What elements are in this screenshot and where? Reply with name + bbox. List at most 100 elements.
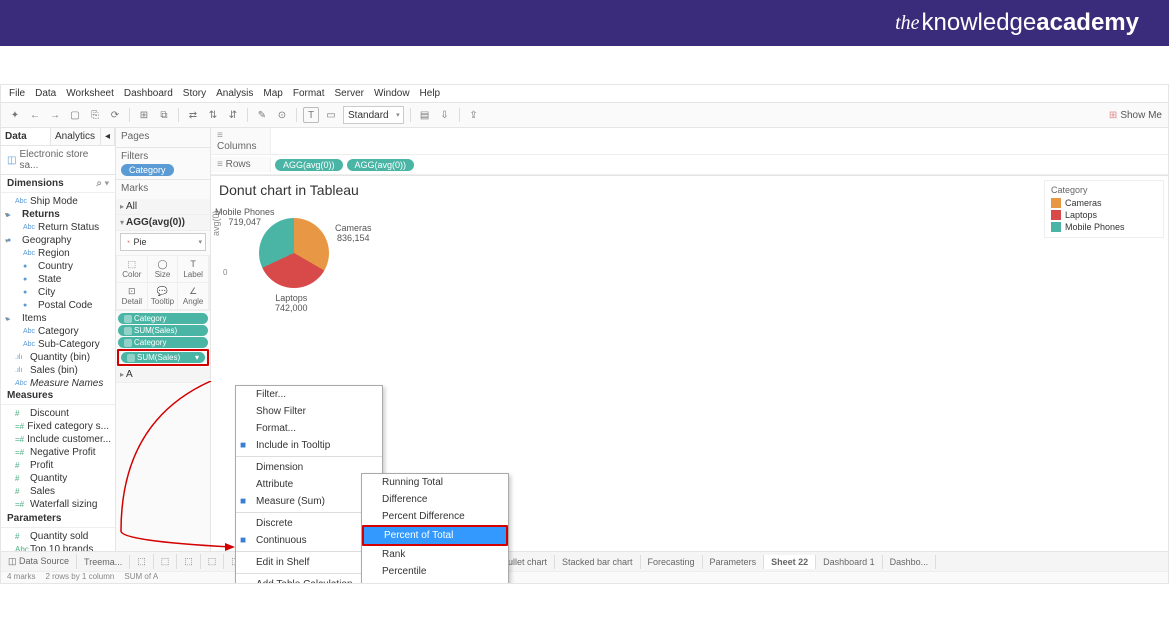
quick-table-calc-submenu[interactable]: Running TotalDifferencePercent Differenc…	[361, 473, 509, 584]
mark-color[interactable]: ⬚Color	[117, 256, 148, 283]
subctx-percentile[interactable]: Percentile	[362, 563, 508, 580]
menu-data[interactable]: Data	[35, 88, 56, 99]
dim-state[interactable]: ●State	[1, 273, 115, 286]
label-icon[interactable]: T	[303, 107, 319, 123]
tab-data[interactable]: Data	[1, 128, 51, 145]
sort-desc-icon[interactable]: ⇵	[225, 107, 241, 123]
legend-cameras[interactable]: Cameras	[1051, 197, 1157, 209]
ctx-show-filter[interactable]: Show Filter	[236, 403, 382, 420]
dim-returns[interactable]: ▾▸Returns	[1, 208, 115, 221]
sheet-tab-2[interactable]: ⬚	[154, 554, 178, 569]
measure-waterfall-sizing[interactable]: =#Waterfall sizing	[1, 498, 115, 510]
mark-size[interactable]: ◯Size	[148, 256, 179, 283]
measure-negative-profit[interactable]: =#Negative Profit	[1, 446, 115, 459]
fit-dropdown[interactable]: Standard	[343, 106, 404, 124]
subctx-running-total[interactable]: Running Total	[362, 474, 508, 491]
pane-toggle-icon[interactable]: ◂	[101, 128, 115, 145]
menu-story[interactable]: Story	[183, 88, 206, 99]
mark-pill-3[interactable]: SUM(Sales)▾	[121, 352, 205, 363]
refresh-icon[interactable]: ⟳	[107, 107, 123, 123]
measure-quantity[interactable]: #Quantity	[1, 472, 115, 485]
measure-sales[interactable]: #Sales	[1, 485, 115, 498]
subctx-rank[interactable]: Rank	[362, 546, 508, 563]
tab-analytics[interactable]: Analytics	[51, 128, 101, 145]
legend-laptops[interactable]: Laptops	[1051, 209, 1157, 221]
pages-shelf[interactable]: Pages	[116, 128, 210, 148]
new-data-icon[interactable]: ⎘	[87, 107, 103, 123]
filter-pill-category[interactable]: Category	[121, 164, 174, 176]
dim-items[interactable]: ▾▸Items	[1, 312, 115, 325]
sheet-tab-13[interactable]: Parameters	[703, 555, 765, 569]
marks-agg-row[interactable]: ▾AGG(avg(0))	[116, 215, 210, 231]
dim-country[interactable]: ●Country	[1, 260, 115, 273]
menu-file[interactable]: File	[9, 88, 25, 99]
marks-all-row[interactable]: ▸All	[116, 199, 210, 215]
ctx-format-[interactable]: Format...	[236, 420, 382, 437]
dim-region[interactable]: AbcRegion	[1, 247, 115, 260]
measure-fixed-category-s-[interactable]: =#Fixed category s...	[1, 420, 115, 433]
dim-geography[interactable]: ▾●Geography	[1, 234, 115, 247]
sheet-tab-3[interactable]: ⬚	[177, 554, 201, 569]
subctx-difference[interactable]: Difference	[362, 491, 508, 508]
subctx-percent-of-total[interactable]: Percent of Total	[364, 527, 506, 544]
mark-tooltip[interactable]: 💬Tooltip	[148, 283, 179, 310]
duplicate-icon[interactable]: ⧉	[156, 107, 172, 123]
menu-help[interactable]: Help	[420, 88, 441, 99]
dim-category[interactable]: AbcCategory	[1, 325, 115, 338]
param-quantity-sold[interactable]: #Quantity sold	[1, 530, 115, 543]
ctx-filter-[interactable]: Filter...	[236, 386, 382, 403]
dim-postal-code[interactable]: ●Postal Code	[1, 299, 115, 312]
subctx-moving-average[interactable]: Moving Average	[362, 580, 508, 584]
columns-shelf[interactable]: ≡ Columns	[211, 128, 1168, 155]
measure-discount[interactable]: #Discount	[1, 407, 115, 420]
back-icon[interactable]: ←	[27, 107, 43, 123]
highlight-icon[interactable]: ✎	[254, 107, 270, 123]
mark-pill-2[interactable]: Category	[118, 337, 208, 348]
marks-agg2-row[interactable]: ▸A	[116, 367, 210, 383]
row-pill-1[interactable]: AGG(avg(0))	[347, 159, 415, 171]
new-sheet-icon[interactable]: ⊞	[136, 107, 152, 123]
menu-analysis[interactable]: Analysis	[216, 88, 253, 99]
menu-map[interactable]: Map	[263, 88, 282, 99]
mark-label[interactable]: TLabel	[178, 256, 209, 283]
save-icon[interactable]: ▢	[67, 107, 83, 123]
mark-pill-1[interactable]: SUM(Sales)	[118, 325, 208, 336]
rows-shelf[interactable]: ≡ Rows AGG(avg(0))AGG(avg(0))	[211, 155, 1168, 175]
cards-icon[interactable]: ▤	[417, 107, 433, 123]
ctx-include-in-tooltip[interactable]: ■Include in Tooltip	[236, 437, 382, 454]
sheet-tab-11[interactable]: Stacked bar chart	[555, 555, 641, 569]
menu-dashboard[interactable]: Dashboard	[124, 88, 173, 99]
swap-icon[interactable]: ⇄	[185, 107, 201, 123]
measure-profit[interactable]: #Profit	[1, 459, 115, 472]
dim-ship-mode[interactable]: AbcShip Mode	[1, 195, 115, 208]
menu-server[interactable]: Server	[335, 88, 364, 99]
presentation-icon[interactable]: ▭	[323, 107, 339, 123]
menu-window[interactable]: Window	[374, 88, 410, 99]
measure-include-customer-[interactable]: =#Include customer...	[1, 433, 115, 446]
dim-sales-bin-[interactable]: .ılıSales (bin)	[1, 364, 115, 377]
show-me-button[interactable]: ⊞ Show Me	[1109, 110, 1162, 121]
sheet-tab-14[interactable]: Sheet 22	[764, 555, 816, 569]
mark-type-dropdown[interactable]: ◔Pie	[120, 233, 206, 251]
subctx-percent-difference[interactable]: Percent Difference	[362, 508, 508, 525]
dim-sub-category[interactable]: AbcSub-Category	[1, 338, 115, 351]
menu-worksheet[interactable]: Worksheet	[66, 88, 114, 99]
dim-return-status[interactable]: AbcReturn Status	[1, 221, 115, 234]
sheet-tab-4[interactable]: ⬚	[201, 554, 225, 569]
group-icon[interactable]: ⊙	[274, 107, 290, 123]
dim-city[interactable]: ●City	[1, 286, 115, 299]
sheet-tab-12[interactable]: Forecasting	[641, 555, 703, 569]
tab-datasource[interactable]: ◫ Data Source	[1, 554, 77, 569]
forward-icon[interactable]: →	[47, 107, 63, 123]
mark-pill-0[interactable]: Category	[118, 313, 208, 324]
sheet-tab-15[interactable]: Dashboard 1	[816, 555, 883, 569]
sheet-tab-0[interactable]: Treema...	[77, 555, 130, 569]
viz-title[interactable]: Donut chart in Tableau	[219, 182, 1032, 198]
dim-measure-names[interactable]: AbcMeasure Names	[1, 377, 115, 387]
mark-detail[interactable]: ⊡Detail	[117, 283, 148, 310]
share-icon[interactable]: ⇪	[466, 107, 482, 123]
mark-angle[interactable]: ∠Angle	[178, 283, 209, 310]
pie-chart[interactable]	[259, 218, 329, 288]
color-legend[interactable]: Category CamerasLaptopsMobile Phones	[1044, 180, 1164, 238]
sheet-tab-16[interactable]: Dashbo...	[883, 555, 937, 569]
